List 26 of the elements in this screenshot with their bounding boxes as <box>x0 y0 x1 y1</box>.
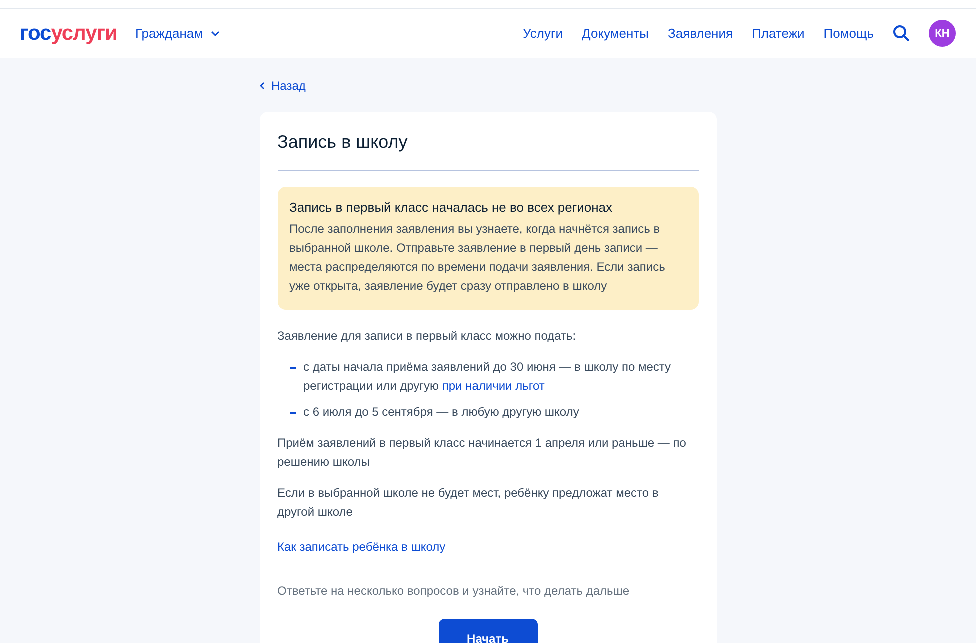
audience-dropdown[interactable]: Гражданам <box>135 26 220 41</box>
dash-icon <box>290 367 296 369</box>
info-paragraph: Если в выбранной школе не будет мест, ребёнку предложат место в другой школе <box>278 485 660 521</box>
benefits-link[interactable]: при наличии льгот <box>442 379 545 393</box>
intro-text: Заявление для записи в первый класс можно подать: <box>278 328 578 345</box>
nav-link[interactable]: Помощь <box>824 26 874 41</box>
search-icon[interactable] <box>893 25 910 42</box>
chevron-down-icon <box>211 30 220 36</box>
user-avatar[interactable]: КН <box>929 20 956 47</box>
chevron-left-icon <box>260 82 264 90</box>
notice-title: Запись в первый класс началась не во всех регионах <box>290 200 614 215</box>
nav-link[interactable]: Заявления <box>668 26 734 41</box>
site-logo[interactable]: госуслуги <box>20 22 118 46</box>
notice-text: После заполнения заявления вы узнаете, когда начнётся запись в выбранной школе. Отправьте заявление в первый день записи — места распределяются по времени подачи заявления. Если запись уже открыта, заявление будет сразу отправлено в школу <box>290 221 666 295</box>
back-link[interactable]: Назад <box>260 79 306 93</box>
nav-link[interactable]: Услуги <box>523 26 563 41</box>
dash-icon <box>290 412 296 414</box>
nav-link[interactable]: Платежи <box>752 26 805 41</box>
nav-link[interactable]: Документы <box>582 26 650 41</box>
info-paragraph: Приём заявлений в первый класс начинается 1 апреля или раньше — по решению школы <box>278 435 688 471</box>
page-title: Запись в школу <box>278 132 409 153</box>
start-button[interactable]: Начать <box>438 619 538 643</box>
help-link[interactable]: Как записать ребёнка в школу <box>278 540 698 554</box>
prompt-text: Ответьте на несколько вопросов и узнайте, что делать дальше <box>278 583 631 600</box>
list-item-text: с даты начала приёма заявлений до 30 июня — в школу по месту регистрации или другую при наличии льгот <box>304 359 672 395</box>
list-item-text: с 6 июля до 5 сентября — в любую другую школу <box>304 404 580 421</box>
